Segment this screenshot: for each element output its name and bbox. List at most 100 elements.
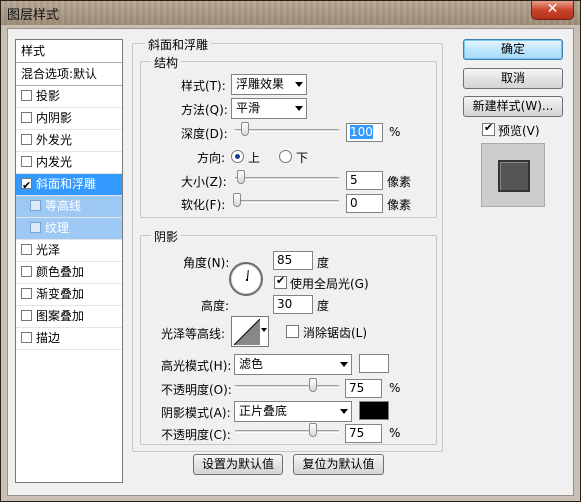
highlight-opacity-thumb[interactable] — [309, 378, 317, 392]
anti-aliased-label[interactable]: 消除锯齿(L) — [303, 324, 367, 341]
checkmark-icon: ✔ — [484, 121, 494, 134]
layer-style-dialog: 图层样式 ✕ 样式 混合选项:默认 投影 内阴影 外发光 内发光 ✔ 斜面和浮雕等高线纹理… — [0, 0, 581, 502]
highlight-opacity-input[interactable]: 75 — [345, 379, 382, 398]
chevron-down-icon — [340, 409, 348, 414]
highlight-mode-select[interactable]: 滤色 — [234, 354, 352, 375]
preview-checkbox[interactable]: ✔ — [482, 121, 495, 136]
style-list-item[interactable]: 内发光 — [16, 152, 122, 174]
shadow-color-swatch[interactable] — [359, 401, 389, 420]
blending-options-item[interactable]: 混合选项:默认 — [16, 63, 122, 86]
style-list-item[interactable]: 描边 — [16, 328, 122, 350]
style-checkbox[interactable] — [21, 332, 32, 343]
shadow-mode-select[interactable]: 正片叠底 — [234, 401, 352, 422]
gloss-contour-picker[interactable] — [231, 316, 269, 347]
cancel-button[interactable]: 取消 — [463, 68, 563, 89]
reset-default-button[interactable]: 复位为默认值 — [293, 454, 384, 475]
style-checkbox[interactable] — [21, 90, 32, 101]
altitude-unit: 度 — [317, 299, 330, 313]
altitude-input-value: 30 — [277, 297, 293, 311]
soften-input-value: 0 — [350, 196, 358, 210]
size-unit: 像素 — [387, 175, 412, 189]
checkmark-icon: ✔ — [276, 274, 286, 287]
preview-label[interactable]: 预览(V) — [498, 122, 540, 139]
style-list-item-label: 等高线 — [45, 199, 82, 213]
style-list-item-label: 光泽 — [36, 243, 61, 257]
direction-up-label[interactable]: 上 — [248, 149, 260, 166]
style-list-item[interactable]: 渐变叠加 — [16, 284, 122, 306]
style-list-item[interactable]: 投影 — [16, 86, 122, 108]
angle-input[interactable]: 85 — [273, 251, 313, 270]
style-list-item-label: 颜色叠加 — [36, 265, 85, 279]
highlight-mode-value: 滤色 — [239, 357, 264, 371]
highlight-opacity-track[interactable] — [235, 385, 339, 388]
style-list-item[interactable]: 颜色叠加 — [16, 262, 122, 284]
style-checkbox[interactable] — [21, 112, 32, 123]
style-checkbox[interactable] — [21, 156, 32, 167]
size-input-value: 5 — [350, 173, 358, 187]
depth-slider-track[interactable] — [235, 129, 339, 132]
style-list-item-label: 渐变叠加 — [36, 287, 85, 301]
soften-input[interactable]: 0 — [346, 194, 383, 213]
title-bar[interactable]: 图层样式 ✕ — [1, 1, 580, 25]
style-checkbox[interactable] — [21, 310, 32, 321]
style-checkbox[interactable] — [21, 266, 32, 277]
new-style-button[interactable]: 新建样式(W)... — [463, 96, 563, 117]
style-checkbox[interactable] — [21, 134, 32, 145]
style-list-item[interactable]: 外发光 — [16, 130, 122, 152]
method-label: 方法(Q): — [181, 103, 228, 117]
style-list-item[interactable]: 纹理 — [16, 218, 122, 240]
window-title: 图层样式 — [7, 8, 60, 23]
anti-aliased-checkbox[interactable] — [286, 325, 299, 338]
style-list-item[interactable]: 光泽 — [16, 240, 122, 262]
close-button[interactable]: ✕ — [531, 1, 574, 20]
style-list-item[interactable]: 等高线 — [16, 196, 122, 218]
style-list-item[interactable]: 内阴影 — [16, 108, 122, 130]
direction-down-label[interactable]: 下 — [296, 149, 308, 166]
chevron-down-icon — [261, 328, 267, 332]
style-checkbox[interactable]: ✔ — [21, 178, 32, 192]
shadow-mode-value: 正片叠底 — [239, 404, 288, 418]
altitude-label: 高度: — [201, 299, 230, 313]
highlight-opacity-label: 不透明度(O): — [161, 383, 232, 397]
direction-down-radio[interactable] — [279, 150, 292, 163]
style-list-item[interactable]: ✔ 斜面和浮雕 — [16, 174, 122, 196]
style-label: 样式(T): — [181, 79, 226, 93]
global-light-label[interactable]: 使用全局光(G) — [290, 275, 369, 292]
ok-button[interactable]: 确定 — [463, 39, 563, 60]
depth-slider-thumb[interactable] — [241, 122, 250, 136]
soften-slider-track[interactable] — [235, 200, 339, 203]
style-list: 样式 混合选项:默认 投影 内阴影 外发光 内发光 ✔ 斜面和浮雕等高线纹理光泽颜色叠加渐… — [15, 39, 123, 483]
size-slider-track[interactable] — [235, 177, 339, 180]
style-list-header[interactable]: 样式 — [16, 40, 122, 63]
size-input[interactable]: 5 — [346, 171, 383, 190]
style-list-item[interactable]: 图案叠加 — [16, 306, 122, 328]
style-checkbox[interactable] — [21, 288, 32, 299]
style-select-value: 浮雕效果 — [236, 77, 285, 91]
contour-curve-icon — [234, 319, 260, 345]
altitude-input[interactable]: 30 — [273, 295, 313, 314]
highlight-opacity-unit: % — [389, 381, 401, 395]
method-select[interactable]: 平滑 — [231, 98, 307, 119]
shadow-opacity-track[interactable] — [235, 430, 339, 433]
angle-dial[interactable] — [229, 262, 263, 296]
dialog-client: 样式 混合选项:默认 投影 内阴影 外发光 内发光 ✔ 斜面和浮雕等高线纹理光泽颜色叠加渐… — [7, 28, 574, 496]
set-default-button[interactable]: 设置为默认值 — [193, 454, 283, 475]
style-checkbox[interactable] — [21, 244, 32, 255]
style-checkbox[interactable] — [30, 222, 41, 233]
method-select-value: 平滑 — [236, 101, 261, 115]
angle-unit: 度 — [317, 256, 330, 270]
size-slider-thumb[interactable] — [237, 170, 245, 184]
direction-up-radio[interactable] — [231, 150, 244, 163]
style-select[interactable]: 浮雕效果 — [231, 74, 307, 95]
depth-input[interactable]: 100 — [346, 123, 383, 142]
soften-slider-thumb[interactable] — [233, 193, 241, 207]
shadow-opacity-input[interactable]: 75 — [345, 424, 382, 443]
style-list-item-label: 纹理 — [45, 221, 70, 235]
angle-label: 角度(N): — [183, 256, 230, 270]
style-checkbox[interactable] — [30, 200, 41, 211]
chevron-down-icon — [340, 362, 348, 367]
shadow-opacity-thumb[interactable] — [309, 423, 317, 437]
depth-unit: % — [389, 125, 401, 139]
highlight-color-swatch[interactable] — [359, 354, 389, 373]
global-light-checkbox[interactable]: ✔ — [274, 274, 287, 289]
